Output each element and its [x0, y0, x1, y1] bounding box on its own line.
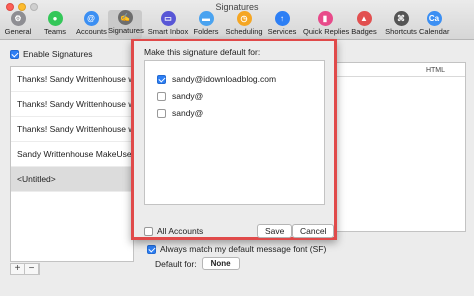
- toolbar-tab-smart-inbox[interactable]: ▭ Smart Inbox: [147, 11, 189, 39]
- enable-signatures-checkbox[interactable]: [10, 49, 19, 59]
- title-bar: Signatures ⚙ General ● Teams @ Accounts ✍ Signa…: [0, 0, 474, 40]
- toolbar-tab-label: Quick Replies: [303, 27, 350, 36]
- signature-list-item[interactable]: Thanks! Sandy Writtenhouse ww...: [11, 92, 133, 117]
- enable-signatures-row[interactable]: Enable Signatures: [10, 48, 92, 60]
- toolbar-tab-scheduling[interactable]: ◷ Scheduling: [224, 11, 264, 39]
- services-icon: ↑: [274, 11, 290, 26]
- toolbar-tab-label: Shortcuts: [385, 27, 417, 36]
- account-checkbox[interactable]: [157, 74, 166, 84]
- toolbar-tab-accounts[interactable]: @ Accounts: [76, 11, 107, 39]
- account-row[interactable]: sandy@: [157, 108, 203, 118]
- badges-icon: ▲: [356, 11, 372, 26]
- folders-icon: ▬: [198, 11, 214, 26]
- default-for-row: Default for: None: [155, 257, 240, 270]
- sheet-title: Make this signature default for:: [144, 47, 261, 57]
- scheduling-icon: ◷: [236, 11, 252, 26]
- toolbar-tab-calendar[interactable]: Ca Calendar: [419, 11, 449, 39]
- preferences-window: Signatures ⚙ General ● Teams @ Accounts ✍ Signa…: [0, 0, 474, 296]
- smart-inbox-icon: ▭: [160, 11, 176, 26]
- html-toggle[interactable]: HTML: [426, 67, 445, 74]
- account-checkbox[interactable]: [157, 91, 166, 101]
- account-list: sandy@idownloadblog.com sandy@ sandy@: [144, 60, 325, 205]
- signature-list: Thanks! Sandy Writtenhouse ww... Thanks!…: [10, 66, 134, 262]
- toolbar-tab-label: Smart Inbox: [147, 27, 189, 36]
- signature-list-item[interactable]: Thanks! Sandy Writtenhouse ww...: [11, 117, 133, 142]
- toolbar-tab-folders[interactable]: ▬ Folders: [193, 11, 219, 39]
- toolbar-tab-label: Accounts: [76, 27, 107, 36]
- toolbar-tab-label: Calendar: [419, 27, 450, 36]
- shortcuts-icon: ⌘: [393, 11, 409, 26]
- account-row[interactable]: sandy@idownloadblog.com: [157, 74, 276, 84]
- toolbar-tab-badges[interactable]: ▲ Badges: [350, 11, 378, 39]
- match-font-checkbox[interactable]: [147, 244, 156, 254]
- all-accounts-row[interactable]: All Accounts: [144, 226, 203, 236]
- signature-list-item[interactable]: Thanks! Sandy Writtenhouse ww...: [11, 67, 133, 92]
- toolbar-tab-label: Scheduling: [225, 27, 263, 36]
- account-row[interactable]: sandy@: [157, 91, 203, 101]
- toolbar-tab-label: Services: [267, 27, 297, 36]
- signature-icon: ✍: [117, 10, 133, 25]
- toolbar-tab-general[interactable]: ⚙ General: [3, 11, 33, 39]
- toolbar-tab-label: General: [4, 27, 32, 36]
- account-label: sandy@: [172, 108, 204, 118]
- account-label: sandy@idownloadblog.com: [172, 74, 277, 84]
- default-signature-sheet: Make this signature default for: sandy@i…: [131, 39, 337, 240]
- toolbar-tab-label: Badges: [351, 27, 377, 36]
- signature-list-item[interactable]: Sandy Writtenhouse MakeUseOf...: [11, 142, 133, 167]
- match-font-row[interactable]: Always match my default message font (SF…: [147, 244, 326, 254]
- match-font-label: Always match my default message font (SF…: [160, 244, 327, 254]
- toolbar-tab-signatures[interactable]: ✍ Signatures: [108, 10, 144, 39]
- toolbar-tab-teams[interactable]: ● Teams: [40, 11, 70, 39]
- general-icon: ⚙: [10, 11, 26, 26]
- cancel-button[interactable]: Cancel: [292, 224, 335, 238]
- default-for-label: Default for:: [155, 258, 197, 269]
- toolbar-tab-label: Signatures: [108, 26, 144, 35]
- toolbar-tab-quick-replies[interactable]: ▮ Quick Replies: [303, 11, 350, 39]
- calendar-icon: Ca: [426, 11, 442, 26]
- teams-icon: ●: [47, 11, 63, 26]
- account-label: sandy@: [172, 91, 204, 101]
- add-signature-button[interactable]: +: [11, 264, 25, 274]
- toolbar-tab-shortcuts[interactable]: ⌘ Shortcuts: [385, 11, 417, 39]
- enable-signatures-label: Enable Signatures: [23, 49, 93, 59]
- all-accounts-checkbox[interactable]: [144, 226, 153, 236]
- quick-replies-icon: ▮: [317, 11, 333, 26]
- signature-list-item-selected[interactable]: <Untitled>: [11, 167, 133, 192]
- save-button[interactable]: Save: [257, 224, 293, 238]
- account-checkbox[interactable]: [157, 108, 166, 118]
- accounts-icon: @: [83, 11, 99, 26]
- toolbar-tab-label: Teams: [43, 27, 67, 36]
- list-controls: + −: [10, 263, 40, 275]
- remove-signature-button[interactable]: −: [25, 264, 39, 274]
- all-accounts-label: All Accounts: [157, 226, 204, 236]
- default-for-button[interactable]: None: [201, 257, 240, 270]
- toolbar-tab-services[interactable]: ↑ Services: [267, 11, 297, 39]
- toolbar-tab-label: Folders: [193, 27, 219, 36]
- signatures-panel: Enable Signatures Thanks! Sandy Writtenh…: [8, 46, 136, 281]
